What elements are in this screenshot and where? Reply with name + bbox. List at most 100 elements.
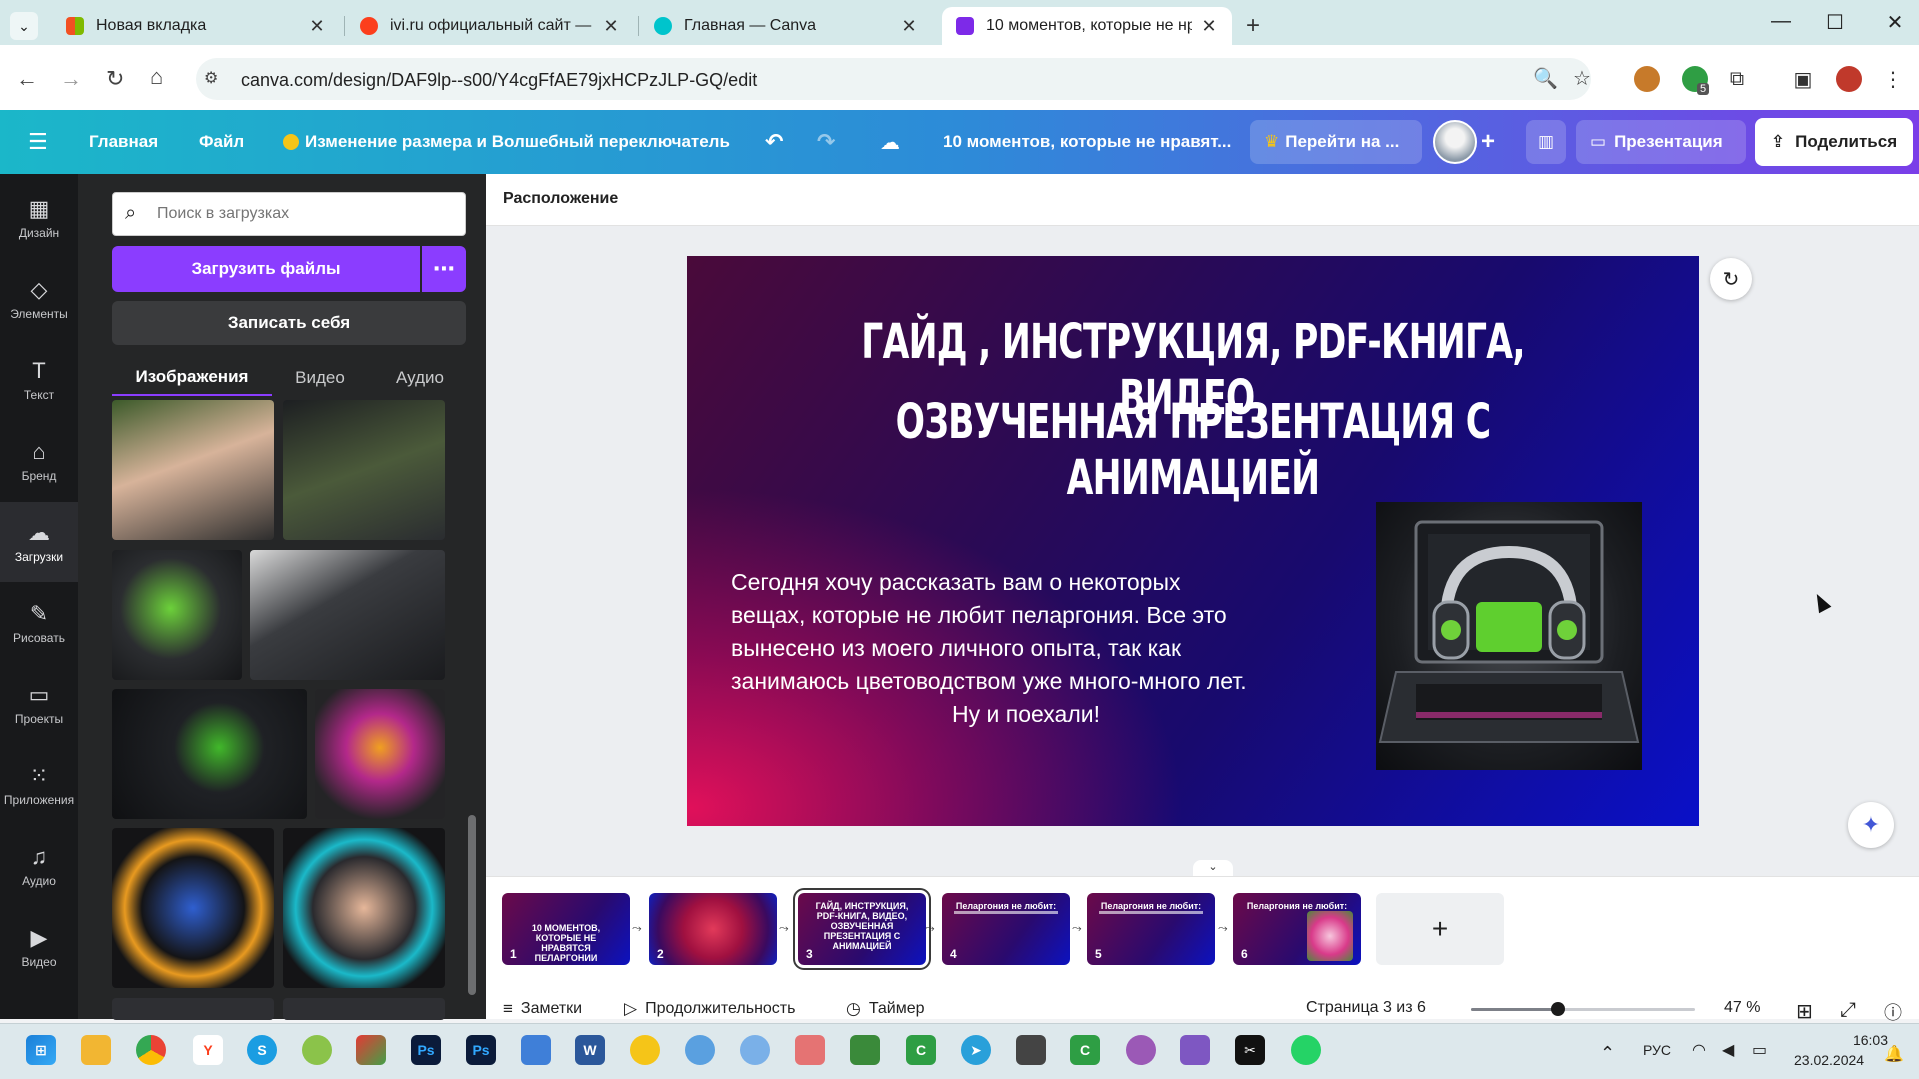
app-clapper-icon[interactable] bbox=[1180, 1035, 1210, 1065]
tab-videos[interactable]: Видео bbox=[282, 360, 358, 396]
uploads-scrollbar[interactable] bbox=[468, 400, 476, 1020]
timer-button[interactable]: ◷ Таймер bbox=[846, 999, 925, 1019]
app-purple-icon[interactable] bbox=[1126, 1035, 1156, 1065]
minimize-icon[interactable]: — bbox=[1766, 10, 1796, 33]
whatsapp-icon[interactable] bbox=[1291, 1035, 1321, 1065]
bookmark-star-icon[interactable]: ☆ bbox=[1573, 66, 1591, 91]
add-collaborator-plus-icon[interactable]: + bbox=[1481, 110, 1495, 174]
profile-avatar[interactable] bbox=[1836, 66, 1862, 92]
close-icon[interactable]: ✕ bbox=[308, 16, 326, 37]
transition-icon[interactable]: ⤳ bbox=[925, 921, 941, 937]
upload-more-options-icon[interactable]: ⋯ bbox=[422, 246, 466, 292]
zoom-slider-knob[interactable] bbox=[1551, 1002, 1565, 1016]
clock-date[interactable]: 23.02.2024 bbox=[1794, 1052, 1864, 1068]
transition-icon[interactable]: ⤳ bbox=[1218, 921, 1234, 937]
uploaded-image[interactable] bbox=[112, 828, 274, 988]
upgrade-button[interactable]: ♛ Перейти на ... bbox=[1250, 120, 1422, 164]
upload-files-button[interactable]: Загрузить файлы bbox=[112, 246, 420, 292]
transition-icon[interactable]: ⤳ bbox=[632, 921, 648, 937]
telegram-icon[interactable]: ➤ bbox=[961, 1035, 991, 1065]
tray-chevron-up-icon[interactable]: ⌃ bbox=[1600, 1043, 1615, 1064]
close-icon[interactable]: ✕ bbox=[900, 16, 918, 37]
slide-canvas[interactable]: ГАЙД , ИНСТРУКЦИЯ, PDF-КНИГА, ВИДЕО, ОЗВ… bbox=[687, 256, 1699, 826]
battery-icon[interactable]: ▭ bbox=[1752, 1040, 1767, 1060]
slide-laptop-image[interactable] bbox=[1376, 502, 1642, 770]
uploaded-image[interactable] bbox=[250, 550, 445, 680]
slide-body-text[interactable]: Сегодня хочу рассказать вам о некоторых … bbox=[731, 566, 1321, 731]
close-icon[interactable]: ✕ bbox=[602, 16, 620, 37]
rail-item-draw[interactable]: ✎ Рисовать bbox=[0, 583, 78, 663]
calculator-icon[interactable] bbox=[1016, 1035, 1046, 1065]
browser-tab-new-tab[interactable]: Новая вкладка ✕ bbox=[52, 7, 340, 45]
undo-icon[interactable]: ↶ bbox=[765, 110, 783, 174]
site-settings-icon[interactable]: ⚙ bbox=[204, 68, 226, 90]
clock-time[interactable]: 16:03 bbox=[1828, 1032, 1888, 1048]
tab-search-button[interactable]: ⌄ bbox=[10, 12, 38, 40]
transition-icon[interactable]: ⤳ bbox=[779, 921, 795, 937]
messenger-icon[interactable] bbox=[302, 1035, 332, 1065]
transition-icon[interactable]: ⤳ bbox=[1072, 921, 1088, 937]
app-c-alt-icon[interactable]: C bbox=[1070, 1035, 1100, 1065]
app-c-icon[interactable]: C bbox=[906, 1035, 936, 1065]
new-tab-plus-icon[interactable]: + bbox=[1246, 12, 1260, 40]
cloud-saved-icon[interactable]: ☁ bbox=[880, 110, 900, 174]
notification-bell-icon[interactable]: 🔔 bbox=[1884, 1044, 1904, 1064]
word-icon[interactable]: W bbox=[575, 1035, 605, 1065]
grid-view-icon[interactable]: ⊞ bbox=[1796, 999, 1813, 1024]
zoom-magnifier-icon[interactable]: 🔍 bbox=[1533, 66, 1558, 91]
sidebar-panel-icon[interactable]: ▣ bbox=[1790, 66, 1816, 92]
uploaded-image[interactable] bbox=[112, 400, 274, 540]
menu-file[interactable]: Файл bbox=[199, 110, 244, 174]
rail-item-uploads[interactable]: ☁ Загрузки bbox=[0, 502, 78, 582]
tab-images[interactable]: Изображения bbox=[112, 360, 272, 396]
page-thumbnail[interactable]: 10 МОМЕНТОВ, КОТОРЫЕ НЕ НРАВЯТСЯ ПЕЛАРГО… bbox=[502, 893, 630, 965]
insights-chart-icon[interactable]: ▥ bbox=[1526, 120, 1566, 164]
home-icon[interactable]: ⌂ bbox=[150, 64, 163, 90]
skype-icon[interactable]: S bbox=[247, 1035, 277, 1065]
photoshop-icon[interactable]: Ps bbox=[411, 1035, 441, 1065]
language-indicator[interactable]: РУС bbox=[1643, 1042, 1671, 1058]
notes-button[interactable]: ≡ Заметки bbox=[503, 999, 582, 1019]
page-thumbnail[interactable]: Пеларгония не любит: 5 bbox=[1087, 893, 1215, 965]
resize-button[interactable]: Изменение размера и Волшебный переключат… bbox=[283, 110, 730, 174]
magic-sparkle-icon[interactable]: ✦ bbox=[1848, 802, 1894, 848]
rail-item-projects[interactable]: ▭ Проекты bbox=[0, 664, 78, 744]
extension-fox-icon[interactable] bbox=[1634, 66, 1660, 92]
rail-item-apps[interactable]: ⁙ Приложения bbox=[0, 745, 78, 825]
rail-item-elements[interactable]: ◇ Элементы bbox=[0, 259, 78, 339]
browser-tab-canva-design[interactable]: 10 моментов, которые не нрав ✕ bbox=[942, 7, 1232, 45]
uploaded-image[interactable] bbox=[112, 550, 242, 680]
browser-tab-canva-home[interactable]: Главная — Canva ✕ bbox=[640, 7, 932, 45]
app-sphere-icon[interactable] bbox=[685, 1035, 715, 1065]
capcut-icon[interactable]: ✂ bbox=[1235, 1035, 1265, 1065]
duration-button[interactable]: ▷ Продолжительность bbox=[624, 999, 795, 1019]
volume-icon[interactable]: ◀ bbox=[1722, 1040, 1734, 1060]
close-icon[interactable]: ✕ bbox=[1200, 16, 1218, 37]
forward-arrow-icon[interactable]: → bbox=[60, 66, 82, 92]
add-page-button[interactable]: + bbox=[1376, 893, 1504, 965]
notepad-icon[interactable] bbox=[521, 1035, 551, 1065]
wifi-icon[interactable]: ◠ bbox=[1692, 1040, 1706, 1060]
collaborator-avatar[interactable] bbox=[1433, 120, 1477, 164]
page-thumbnail[interactable]: Пеларгония не любит: 4 bbox=[942, 893, 1070, 965]
maximize-icon[interactable]: ☐ bbox=[1820, 10, 1850, 35]
url-text[interactable]: canva.com/design/DAF9lp--s00/Y4cgFfAE79j… bbox=[241, 70, 757, 91]
uploads-search-box[interactable]: ⌕ bbox=[112, 192, 466, 236]
comment-refresh-icon[interactable]: ↻ bbox=[1710, 258, 1752, 300]
page-thumbnail-active[interactable]: ГАЙД, ИНСТРУКЦИЯ, PDF-КНИГА, ВИДЕО, ОЗВУ… bbox=[795, 890, 929, 968]
page-indicator[interactable]: Страница 3 из 6 bbox=[1306, 999, 1426, 1017]
chrome-icon[interactable] bbox=[136, 1035, 166, 1065]
rail-item-audio[interactable]: ♫ Аудио bbox=[0, 826, 78, 906]
app-clip-icon[interactable] bbox=[795, 1035, 825, 1065]
record-yourself-button[interactable]: Записать себя bbox=[112, 301, 466, 345]
rail-item-design[interactable]: ▦ Дизайн bbox=[0, 178, 78, 258]
tab-audio[interactable]: Аудио bbox=[382, 360, 458, 396]
page-thumbnail[interactable]: 2 bbox=[649, 893, 777, 965]
extensions-puzzle-icon[interactable]: ⧉ bbox=[1724, 66, 1750, 92]
app-triangle-icon[interactable] bbox=[356, 1035, 386, 1065]
share-button[interactable]: ⇪ Поделиться bbox=[1755, 118, 1913, 166]
uploaded-image[interactable] bbox=[283, 400, 445, 540]
position-button[interactable]: Расположение bbox=[503, 190, 618, 208]
menu-home[interactable]: Главная bbox=[89, 110, 158, 174]
browser-menu-icon[interactable]: ⋮ bbox=[1880, 66, 1906, 92]
